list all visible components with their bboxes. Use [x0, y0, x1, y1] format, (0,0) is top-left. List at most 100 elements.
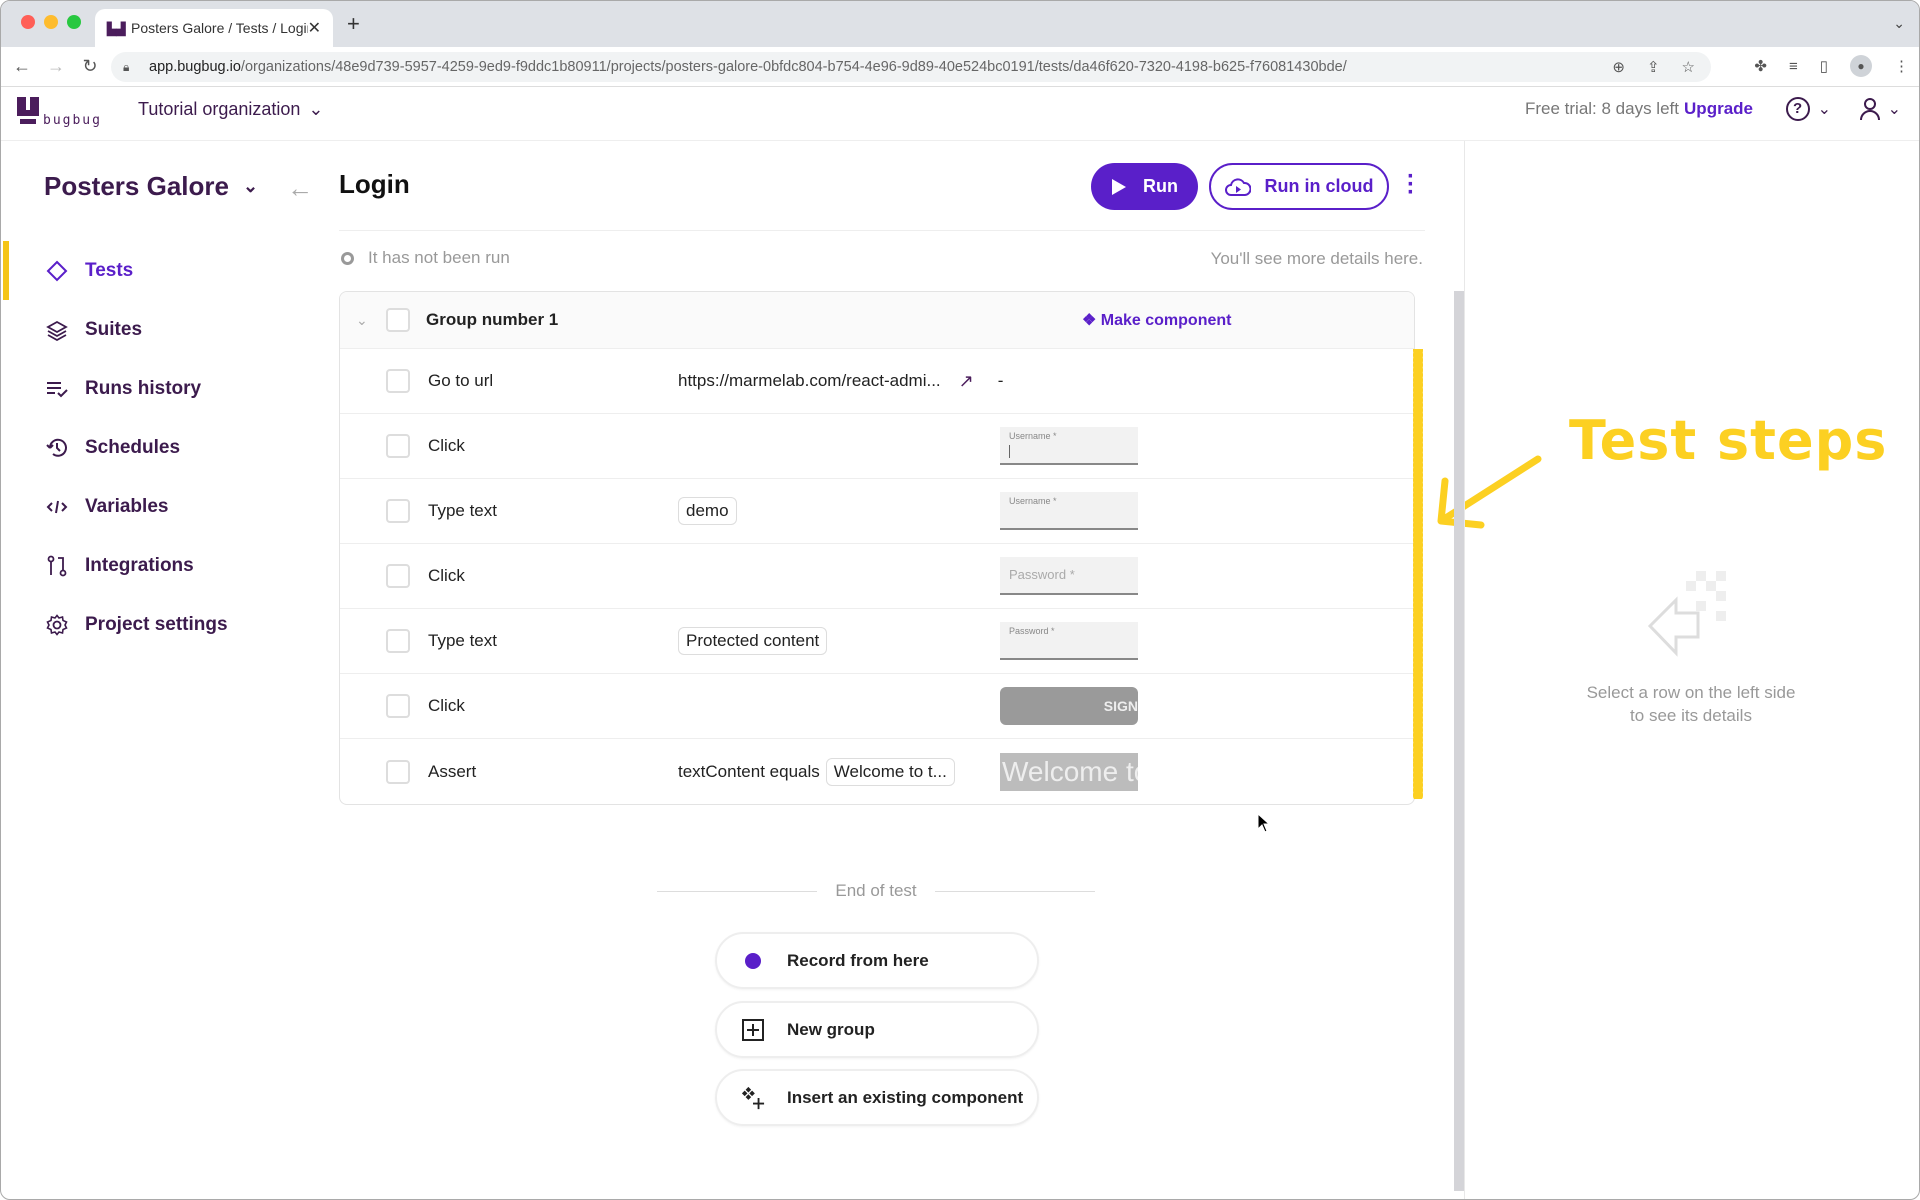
close-tab-icon[interactable]: ✕ — [308, 18, 321, 38]
tab-search-chevron-icon[interactable]: ⌄ — [1893, 15, 1905, 32]
step-row[interactable]: Type text Protected content Password * — [340, 609, 1414, 674]
more-options-icon[interactable]: · · · — [1403, 165, 1419, 205]
step-checkbox[interactable] — [386, 629, 410, 653]
media-icon[interactable]: ≡ — [1789, 58, 1798, 75]
sidebar-item-integrations[interactable]: Integrations — [1, 536, 301, 595]
divider — [657, 890, 818, 892]
history-icon — [45, 436, 69, 460]
sidebar-item-project-settings[interactable]: Project settings — [1, 595, 301, 654]
help-menu[interactable]: ? ⌄ — [1785, 97, 1831, 121]
new-tab-button[interactable]: + — [347, 11, 360, 37]
back-arrow-icon[interactable]: ← — [287, 173, 313, 204]
run-label: Run — [1143, 176, 1178, 196]
window-controls — [21, 15, 81, 29]
step-action: Click — [428, 696, 465, 715]
organization-name: Tutorial organization — [138, 99, 301, 119]
step-row[interactable]: Click Username * — [340, 414, 1414, 479]
sidebar-nav: Tests Suites Runs history Schedules Vari… — [1, 241, 301, 654]
step-checkbox[interactable] — [386, 564, 410, 588]
sidebar-item-label: Tests — [85, 259, 134, 281]
minimize-window-button[interactable] — [44, 15, 58, 29]
profile-avatar-icon[interactable]: ● — [1850, 55, 1872, 77]
project-switcher[interactable]: Posters Galore ⌄ — [44, 171, 258, 202]
browser-tab[interactable]: ▙▟ Posters Galore / Tests / Login - ✕ — [95, 9, 333, 47]
record-from-here-button[interactable]: Record from here — [715, 932, 1039, 989]
step-action: Click — [428, 436, 465, 455]
record-label: Record from here — [787, 950, 929, 970]
step-row[interactable]: Type text demo Username * — [340, 479, 1414, 544]
new-group-button[interactable]: New group — [715, 1001, 1039, 1058]
step-row[interactable]: Click SIGN — [340, 674, 1414, 739]
annotation-label: Test steps — [1569, 409, 1888, 472]
step-checkbox[interactable] — [386, 694, 410, 718]
step-row[interactable]: Assert textContent equals Welcome to t..… — [340, 739, 1414, 804]
bugbug-logo[interactable]: bugbug — [17, 97, 107, 133]
external-link-icon[interactable]: ↗ — [959, 371, 974, 392]
sidebar-item-label: Project settings — [85, 613, 228, 635]
element-screenshot: Username * — [1000, 427, 1138, 465]
back-button[interactable]: ← — [9, 56, 35, 77]
zoom-icon[interactable]: ⊕ — [1612, 58, 1625, 76]
organization-switcher[interactable]: Tutorial organization ⌄ — [138, 99, 324, 120]
step-url: https://marmelab.com/react-admi... — [678, 371, 941, 390]
thumb-label: SIGN — [1103, 698, 1138, 714]
insert-component-button[interactable]: Insert an existing component — [715, 1069, 1039, 1126]
new-group-label: New group — [787, 1019, 875, 1039]
group-name: Group number 1 — [426, 310, 559, 329]
group-checkbox[interactable] — [386, 308, 410, 332]
code-icon — [45, 495, 69, 519]
upgrade-link[interactable]: Upgrade — [1684, 99, 1753, 119]
group-header[interactable]: ⌄ Group number 1 ❖ Make component — [340, 292, 1414, 349]
component-plus-icon — [741, 1086, 765, 1109]
end-of-test-label: End of test — [835, 881, 917, 900]
maximize-window-button[interactable] — [67, 15, 81, 29]
make-component-button[interactable]: ❖ Make component — [1082, 310, 1231, 330]
end-of-test: End of test — [657, 881, 1095, 901]
scrollbar[interactable] — [1454, 291, 1464, 1191]
extensions-puzzle-icon[interactable]: ✤ — [1754, 57, 1767, 75]
reload-button[interactable]: ↻ — [77, 56, 103, 77]
close-window-button[interactable] — [21, 15, 35, 29]
diamond-icon — [45, 259, 69, 283]
step-checkbox[interactable] — [386, 369, 410, 393]
list-check-icon — [45, 377, 69, 401]
bookmark-star-icon[interactable]: ☆ — [1682, 58, 1695, 76]
bugbug-favicon-icon: ▙▟ — [107, 22, 126, 36]
sidebar-item-suites[interactable]: Suites — [1, 300, 301, 359]
details-placeholder: Select a row on the left side to see its… — [1561, 571, 1821, 727]
sidebar-item-label: Integrations — [85, 554, 194, 576]
run-status: It has not been run — [341, 248, 510, 268]
page-title: Login — [339, 169, 410, 199]
sidebar-item-tests[interactable]: Tests — [1, 241, 301, 300]
tab-title: Posters Galore / Tests / Login - — [131, 20, 308, 36]
sidebar-item-schedules[interactable]: Schedules — [1, 418, 301, 477]
step-row[interactable]: Go to url https://marmelab.com/react-adm… — [340, 349, 1414, 414]
step-params: textContent equals Welcome to t... — [678, 757, 955, 786]
step-row[interactable]: Click Password * — [340, 544, 1414, 609]
lock-icon: 🔒︎ — [123, 59, 130, 74]
step-checkbox[interactable] — [386, 499, 410, 523]
run-in-cloud-button[interactable]: Run in cloud — [1209, 163, 1389, 210]
sidebar-item-runs-history[interactable]: Runs history — [1, 359, 301, 418]
app-header: bugbug Tutorial organization ⌄ Free tria… — [1, 87, 1919, 141]
run-button[interactable]: Run — [1091, 163, 1198, 210]
thumb-label: Password * — [1009, 567, 1075, 582]
plus-square-icon — [742, 1018, 764, 1041]
forward-button[interactable]: → — [43, 56, 69, 77]
step-params: https://marmelab.com/react-admi... ↗ - — [678, 371, 1003, 392]
element-screenshot: Password * — [1000, 622, 1138, 660]
step-checkbox[interactable] — [386, 759, 410, 784]
trial-status: Free trial: 8 days left — [1524, 99, 1679, 118]
cloud-play-icon — [1224, 177, 1251, 196]
step-action: Assert — [428, 761, 477, 781]
browser-menu-icon[interactable]: ⋮ — [1894, 57, 1909, 75]
address-bar[interactable]: 🔒︎ app.bugbug.io/organizations/48e9d739-… — [111, 52, 1711, 82]
element-screenshot: Password * — [1000, 557, 1138, 595]
user-menu[interactable]: ⌄ — [1858, 97, 1901, 121]
collapse-chevron-icon[interactable]: ⌄ — [356, 312, 368, 329]
step-checkbox[interactable] — [386, 434, 410, 458]
sidebar-item-variables[interactable]: Variables — [1, 477, 301, 536]
run-status-text: It has not been run — [368, 248, 510, 267]
side-panel-icon[interactable]: ▯ — [1820, 57, 1828, 75]
share-icon[interactable]: ⇪ — [1647, 58, 1660, 76]
